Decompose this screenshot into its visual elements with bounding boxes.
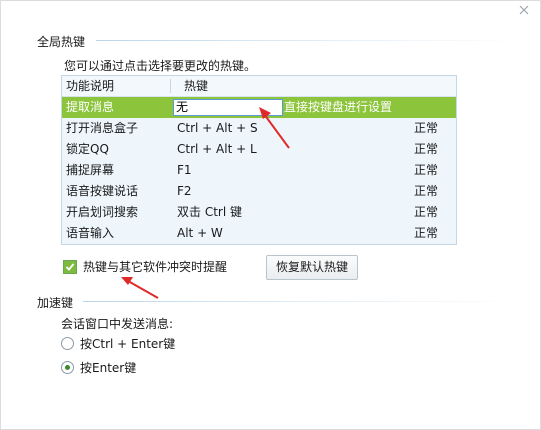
row-status: 正常 [414,121,439,135]
radio-dot [65,365,70,370]
row-function: 语音输入 [66,226,115,240]
hotkey-table: 功能说明 热键 提取消息 无 直接按键盘进行设置 打开消息盒子 Ctrl + A… [61,75,457,245]
checkbox[interactable] [63,259,77,274]
table-row[interactable]: 开启划词搜索 双击 Ctrl 键 正常 [62,202,456,223]
row-status: 正常 [414,142,439,156]
row-status: 正常 [414,184,439,198]
column-header-hotkey: 热键 [184,79,209,93]
arrow-to-checkbox [121,277,159,299]
close-icon [519,5,529,15]
hotkey-hint: 您可以通过点击选择要更改的热键。 [64,59,257,73]
table-row-selected[interactable]: 提取消息 无 直接按键盘进行设置 [62,97,456,118]
table-row[interactable]: 语音输入 Alt + W 正常 [62,223,456,244]
check-icon [65,262,75,271]
table-header: 功能说明 热键 [62,76,456,97]
row-function: 捕捉屏幕 [66,163,115,177]
row-function: 语音按键说话 [66,184,139,198]
row-status: 正常 [414,205,439,219]
row-status: 正常 [414,226,439,240]
radio-label: 按Enter键 [80,361,137,375]
row-function: 打开消息盒子 [66,121,139,135]
row-hotkey: 双击 Ctrl 键 [177,205,242,219]
set-hint: 直接按键盘进行设置 [284,100,393,114]
radio-option-enter[interactable]: 按Enter键 [61,359,136,376]
column-header-function: 功能说明 [66,79,115,93]
row-function: 开启划词搜索 [66,205,139,219]
row-hotkey: Alt + W [177,226,223,240]
conflict-reminder-checkbox[interactable]: 热键与其它软件冲突时提醒 [63,258,227,275]
close-button[interactable] [516,2,532,18]
table-row[interactable]: 语音按键说话 F2 正常 [62,181,456,202]
settings-panel: 全局热键 您可以通过点击选择要更改的热键。 功能说明 热键 提取消息 无 直接按… [0,0,541,430]
radio-option-ctrl-enter[interactable]: 按Ctrl + Enter键 [61,335,175,352]
section-title-global-hotkeys: 全局热键 [37,35,86,49]
table-row[interactable]: 锁定QQ Ctrl + Alt + L 正常 [62,139,456,160]
row-hotkey: Ctrl + Alt + L [177,142,257,156]
section-divider [83,301,526,302]
section-title-accelerator: 加速键 [37,296,74,310]
send-message-label: 会话窗口中发送消息: [61,317,174,331]
restore-default-hotkeys-button[interactable]: 恢复默认热键 [266,255,358,280]
row-hotkey: F2 [177,184,192,198]
table-row[interactable]: 捕捉屏幕 F1 正常 [62,160,456,181]
row-hotkey: Ctrl + Alt + S [177,121,258,135]
hotkey-input[interactable]: 无 [173,99,283,116]
section-divider [96,40,526,41]
checkbox-label: 热键与其它软件冲突时提醒 [83,260,228,274]
row-hotkey: F1 [177,163,192,177]
row-function: 提取消息 [66,100,115,114]
row-status: 正常 [414,163,439,177]
table-row[interactable]: 打开消息盒子 Ctrl + Alt + S 正常 [62,118,456,139]
radio-button[interactable] [61,361,74,374]
column-separator [170,79,171,93]
radio-button[interactable] [61,337,74,350]
row-function: 锁定QQ [66,142,109,156]
radio-label: 按Ctrl + Enter键 [80,337,176,351]
